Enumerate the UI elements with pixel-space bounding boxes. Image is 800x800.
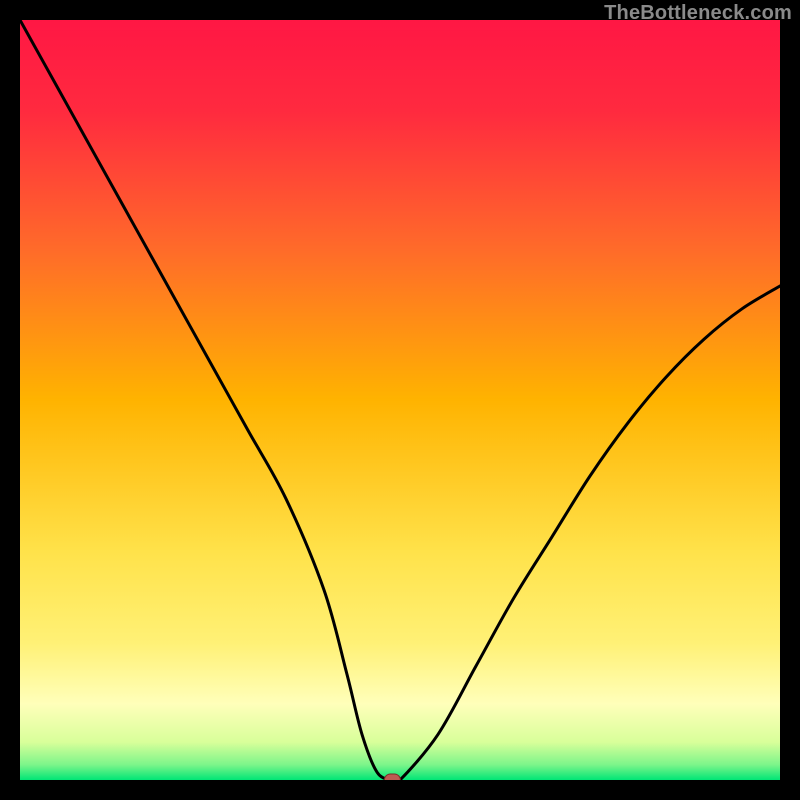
optimum-marker — [384, 774, 400, 780]
bottleneck-chart — [20, 20, 780, 780]
optimum-marker-dot — [384, 774, 400, 780]
chart-frame: TheBottleneck.com — [0, 0, 800, 800]
gradient-background — [20, 20, 780, 780]
